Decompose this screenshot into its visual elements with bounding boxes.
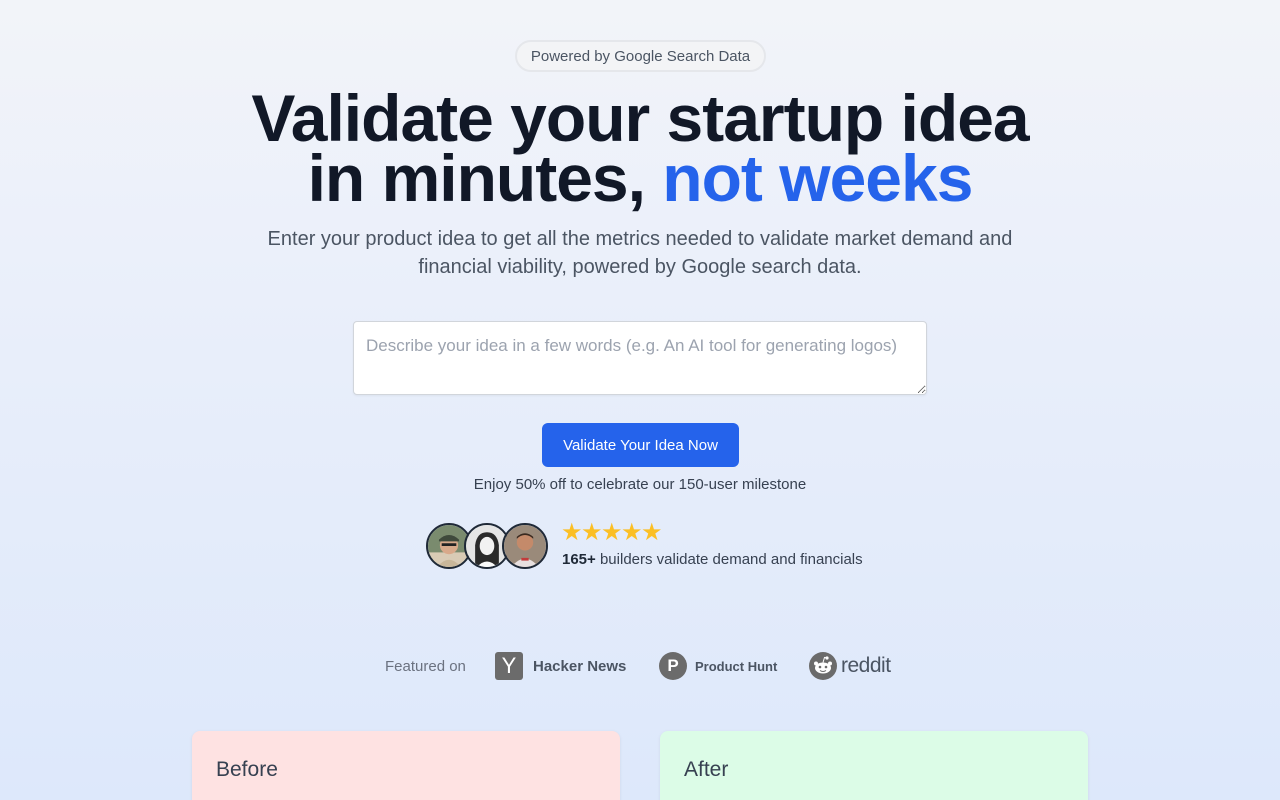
social-proof-text: 165+ builders validate demand and financ… bbox=[562, 551, 863, 568]
rating-stars: ★ ★ ★ ★ ★ bbox=[561, 519, 663, 546]
social-proof-label: builders validate demand and financials bbox=[595, 551, 863, 568]
y-combinator-icon: Y bbox=[495, 652, 523, 680]
idea-input[interactable] bbox=[353, 321, 927, 395]
hacker-news-label: Hacker News bbox=[533, 657, 627, 675]
avatar bbox=[502, 523, 548, 569]
star-icon: ★ bbox=[581, 519, 603, 546]
product-hunt-label: Product Hunt bbox=[695, 658, 778, 674]
validate-idea-button[interactable]: Validate Your Idea Now bbox=[542, 423, 739, 467]
star-icon: ★ bbox=[641, 519, 663, 546]
after-card-title: After bbox=[684, 758, 729, 781]
before-card: Before bbox=[192, 731, 620, 800]
star-icon: ★ bbox=[561, 519, 583, 546]
star-icon: ★ bbox=[621, 519, 643, 546]
star-icon: ★ bbox=[601, 519, 623, 546]
landing-page: Powered by Google Search Data Validate y… bbox=[0, 0, 1280, 800]
hero-subtitle: Enter your product idea to get all the m… bbox=[267, 228, 1013, 278]
after-card: After bbox=[660, 731, 1088, 800]
reddit-logo[interactable]: reddit bbox=[809, 652, 891, 680]
avatar-photo-3 bbox=[504, 525, 546, 567]
featured-on-label: Featured on bbox=[385, 658, 466, 675]
reddit-icon bbox=[809, 652, 837, 680]
headline-line-2-prefix: in minutes, bbox=[307, 141, 663, 215]
powered-by-badge: Powered by Google Search Data bbox=[515, 40, 766, 72]
promo-text: Enjoy 50% off to celebrate our 150-user … bbox=[473, 476, 807, 493]
hacker-news-logo[interactable]: Y Hacker News bbox=[495, 652, 626, 680]
user-avatars bbox=[426, 523, 548, 571]
product-hunt-icon: P bbox=[659, 652, 687, 680]
reddit-label: reddit bbox=[841, 654, 891, 677]
before-card-title: Before bbox=[216, 758, 278, 781]
builder-count: 165+ bbox=[562, 551, 596, 568]
headline-accent: not weeks bbox=[662, 141, 973, 215]
hero-headline: Validate your startup idea in minutes, n… bbox=[0, 85, 1280, 211]
product-hunt-logo[interactable]: P Product Hunt bbox=[659, 652, 777, 680]
